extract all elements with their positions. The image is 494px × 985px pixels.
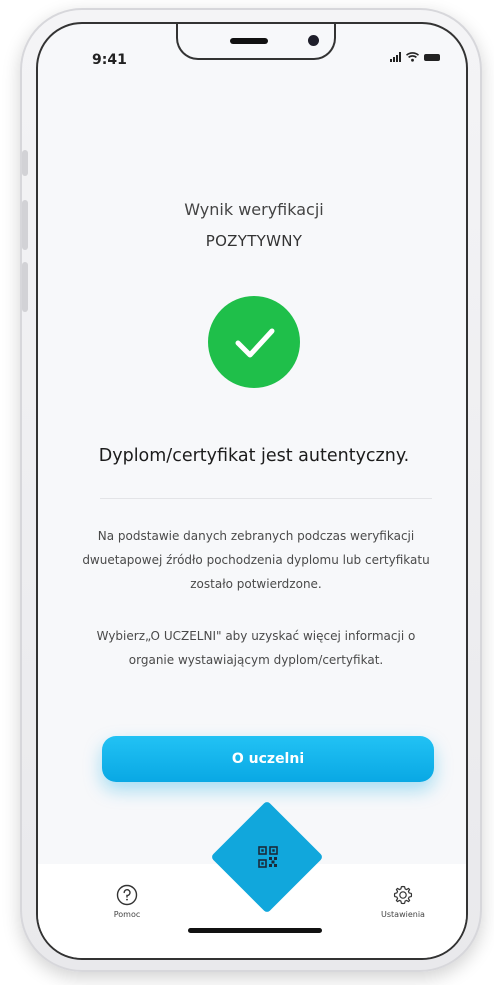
status-time: 9:41: [92, 52, 127, 68]
qr-code-icon: [258, 846, 278, 868]
phone-side-button: [22, 150, 28, 176]
result-title: Wynik weryfikacji: [184, 200, 324, 219]
university-button[interactable]: O uczelni: [102, 736, 434, 782]
status-icons: [390, 52, 440, 62]
university-info-hint: Wybierz„O UCZELNI" aby uzyskać więcej in…: [96, 629, 416, 667]
verification-description: Na podstawie danych zebranych podczas we…: [82, 529, 430, 591]
home-indicator: [188, 928, 322, 933]
authenticity-headline: Dyplom/certyfikat jest autentyczny.: [98, 446, 410, 466]
question-circle-icon: [116, 884, 138, 906]
tab-help-label: Pomoc: [113, 910, 141, 919]
tab-help[interactable]: Pomoc: [92, 884, 162, 919]
success-check-icon: [208, 296, 300, 388]
signal-icon: [390, 52, 401, 62]
divider: [100, 498, 432, 499]
result-status: POZYTYWNY: [205, 232, 303, 250]
phone-screen: 9:41 Wynik weryfikacji POZYTYWNY Dyplom/…: [36, 22, 468, 960]
front-camera: [308, 35, 319, 46]
wifi-icon: [406, 52, 419, 62]
tab-settings[interactable]: Ustawienia: [368, 884, 438, 919]
battery-icon: [424, 54, 440, 61]
tab-settings-label: Ustawienia: [381, 910, 425, 919]
phone-side-button: [22, 200, 28, 250]
speaker: [230, 38, 268, 44]
phone-side-button: [22, 262, 28, 312]
gear-icon: [393, 885, 413, 905]
